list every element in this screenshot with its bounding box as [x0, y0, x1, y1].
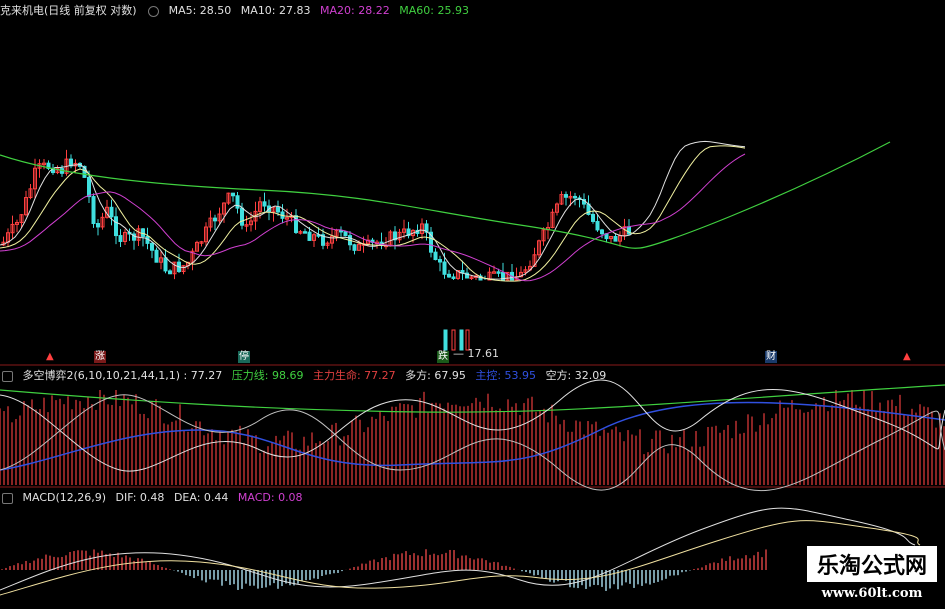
candle-body	[307, 231, 312, 241]
event-marker-small: ▲	[46, 351, 54, 362]
ma60-label: MA60: 25.93	[399, 4, 469, 17]
candle-body	[573, 195, 577, 199]
watermark-url: www.60lt.com	[821, 586, 923, 601]
ma10-label: MA10: 27.83	[240, 4, 311, 17]
candle-body	[591, 213, 595, 222]
event-badge-fall[interactable]: 跌	[437, 351, 449, 363]
candle-body	[231, 192, 235, 197]
candle-body	[496, 271, 501, 274]
chart-canvas[interactable]	[0, 0, 945, 609]
low-price-label: — 17.61	[453, 347, 499, 360]
toggle-icon-macd[interactable]	[2, 492, 13, 504]
candle-body	[595, 220, 600, 231]
watermark-title: 乐淘公式网	[806, 546, 937, 582]
candle-body	[343, 231, 348, 237]
indicator-pane	[0, 379, 945, 492]
candle-body	[163, 257, 168, 272]
candle-body	[87, 176, 91, 198]
control-label: 主控: 53.95	[475, 369, 537, 382]
candle-body	[150, 242, 154, 251]
candle-body	[118, 235, 123, 242]
price-pane	[0, 140, 891, 351]
event-badge-rise[interactable]: 涨	[94, 351, 106, 363]
candle-body	[564, 194, 568, 198]
candle-body	[276, 206, 280, 213]
candle-body	[141, 228, 145, 237]
stock-name: 克来机电(日线 前复权 对数)	[0, 4, 137, 17]
candle-body	[114, 216, 118, 237]
spike-bar	[443, 329, 448, 351]
candle-body	[447, 273, 451, 278]
ma5-label: MA5: 28.50	[168, 4, 232, 17]
candle-body	[600, 229, 604, 235]
candle-body	[433, 251, 438, 261]
indicator-header: 多空博弈2(6,10,10,21,44,1,1) : 77.27 压力线: 98…	[0, 367, 612, 385]
candle-body	[213, 217, 217, 222]
event-badge-finance[interactable]: 财	[765, 351, 777, 363]
event-badge-halt[interactable]: 停	[238, 351, 250, 363]
macd-pane	[0, 507, 921, 596]
candle-body	[438, 259, 442, 263]
watermark: 乐淘公式网 www.60lt.com	[806, 546, 937, 601]
candle-body	[303, 231, 307, 234]
main-life-label: 主力生命: 77.27	[312, 369, 396, 382]
candle-body	[154, 249, 159, 263]
candle-body	[613, 235, 618, 242]
macd-value-label: MACD: 0.08	[237, 491, 303, 504]
macd-title: MACD(12,26,9)	[22, 491, 107, 504]
bull-label: 多方: 67.95	[405, 369, 466, 382]
macd-header: MACD(12,26,9) DIF: 0.48 DEA: 0.44 MACD: …	[0, 489, 309, 507]
candle-body	[109, 206, 114, 218]
event-marker-small-right: ▲	[903, 351, 911, 362]
candle-body	[240, 207, 244, 226]
dif-label: DIF: 0.48	[115, 491, 165, 504]
candle-body	[91, 196, 96, 225]
settings-icon[interactable]	[148, 5, 160, 17]
indicator-title: 多空博弈2(6,10,10,21,44,1,1) : 77.27	[22, 369, 223, 382]
candle-body	[96, 223, 100, 228]
candle-body	[352, 244, 357, 251]
candle-body	[168, 270, 172, 275]
candle-body	[451, 276, 456, 279]
dif-line	[0, 507, 916, 591]
candle-body	[262, 201, 267, 207]
dea-label: DEA: 0.44	[173, 491, 229, 504]
pressure-label: 压力线: 98.69	[231, 369, 304, 382]
dea-line	[0, 520, 921, 596]
bear-label: 空方: 32.09	[545, 369, 607, 382]
price-header: 克来机电(日线 前复权 对数) MA5: 28.50 MA10: 27.83 M…	[0, 2, 475, 20]
candle-body	[442, 261, 447, 275]
ma20-label: MA20: 28.22	[320, 4, 390, 17]
toggle-icon[interactable]	[2, 370, 13, 382]
